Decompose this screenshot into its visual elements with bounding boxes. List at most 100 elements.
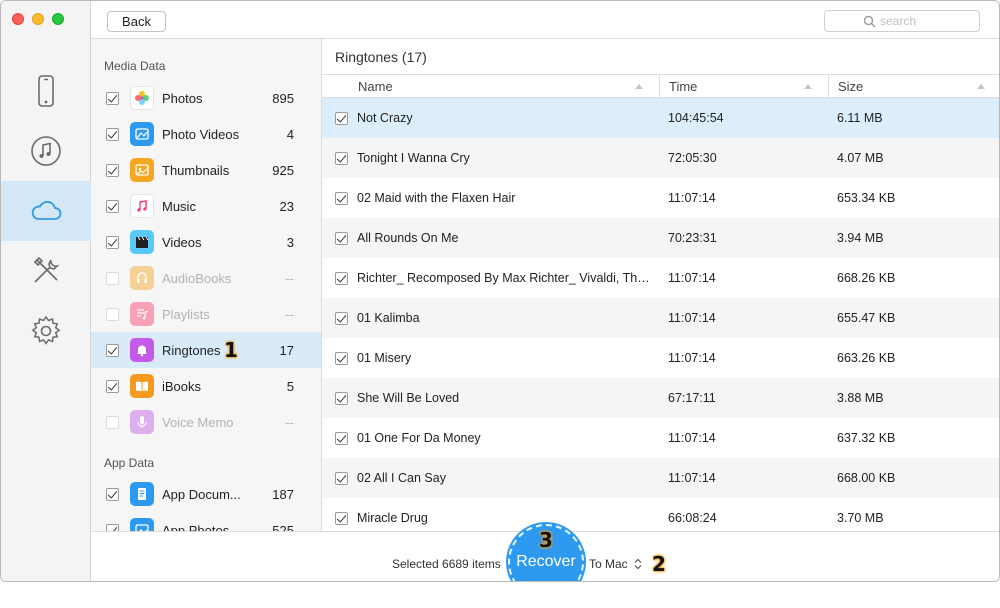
category-checkbox[interactable] (106, 487, 119, 501)
row-checkbox[interactable] (335, 191, 348, 205)
app-photo-icon (130, 518, 154, 531)
category-ibooks[interactable]: iBooks 5 (91, 368, 321, 404)
category-count: -- (285, 414, 294, 430)
row-checkbox[interactable] (335, 391, 348, 405)
category-checkbox[interactable] (106, 91, 119, 105)
category-count: 187 (272, 486, 294, 502)
category-music[interactable]: Music 23 (91, 188, 321, 224)
category-thumbnails[interactable]: Thumbnails 925 (91, 152, 321, 188)
thumbnail-icon (130, 158, 154, 182)
minimize-window-button[interactable] (32, 13, 44, 25)
search-field[interactable] (824, 10, 980, 32)
category-count: 3 (286, 234, 294, 250)
row-checkbox[interactable] (335, 271, 348, 285)
category-checkbox[interactable] (106, 127, 119, 141)
table-row[interactable]: 01 Kalimba 11:07:14 655.47 KB (322, 298, 999, 338)
destination-selector[interactable]: To Mac (589, 557, 642, 571)
category-checkbox[interactable] (106, 379, 119, 393)
bell-icon (130, 338, 154, 362)
table-row[interactable]: Richter_ Recomposed By Max Richter_ Viva… (322, 258, 999, 298)
category-label: Videos (162, 234, 202, 250)
category-checkbox (106, 271, 119, 285)
category-count: 4 (286, 126, 294, 142)
media-data-heading: Media Data (104, 59, 166, 73)
row-size: 3.94 MB (837, 231, 884, 245)
row-checkbox[interactable] (335, 471, 348, 485)
category-photos[interactable]: Photos 895 (91, 80, 321, 116)
table-row[interactable]: 01 One For Da Money 11:07:14 637.32 KB (322, 418, 999, 458)
row-name: She Will Be Loved (357, 391, 460, 405)
sort-arrow-icon (804, 84, 812, 89)
category-label: Voice Memo (162, 414, 234, 430)
column-header-time[interactable]: Time (660, 75, 829, 98)
category-checkbox[interactable] (106, 343, 119, 357)
sort-arrow-icon (977, 84, 985, 89)
row-name: All Rounds On Me (357, 231, 459, 245)
category-checkbox[interactable] (106, 235, 119, 249)
maximize-window-button[interactable] (52, 13, 64, 25)
step-marker-1: 1 (224, 338, 238, 362)
category-checkbox[interactable] (106, 523, 119, 531)
table-row[interactable]: Not Crazy 104:45:54 6.11 MB (322, 98, 999, 138)
category-videos[interactable]: Videos 3 (91, 224, 321, 260)
table-row[interactable]: She Will Be Loved 67:17:11 3.88 MB (322, 378, 999, 418)
table-row[interactable]: 02 All I Can Say 11:07:14 668.00 KB (322, 458, 999, 498)
row-checkbox[interactable] (335, 351, 348, 365)
row-size: 6.11 MB (837, 111, 883, 125)
rail-itunes[interactable] (1, 121, 91, 181)
close-window-button[interactable] (12, 13, 24, 25)
destination-label: To Mac (589, 557, 628, 571)
photo-video-icon (130, 122, 154, 146)
sort-arrow-icon (635, 84, 643, 89)
back-button[interactable]: Back (107, 11, 166, 32)
row-checkbox[interactable] (335, 231, 348, 245)
row-size: 663.26 KB (837, 351, 896, 365)
category-count: 17 (279, 342, 294, 358)
category-checkbox[interactable] (106, 199, 119, 213)
table-row[interactable]: 01 Misery 11:07:14 663.26 KB (322, 338, 999, 378)
rail-icloud[interactable] (1, 181, 91, 241)
cloud-icon (31, 201, 62, 220)
category-label: Thumbnails (162, 162, 230, 178)
row-checkbox[interactable] (335, 151, 348, 165)
category-label: Photos (162, 90, 203, 106)
row-checkbox[interactable] (335, 311, 348, 325)
category-label: iBooks (162, 378, 202, 394)
row-size: 4.07 MB (837, 151, 884, 165)
row-size: 653.34 KB (837, 191, 896, 205)
category-count: -- (285, 270, 294, 286)
row-name: 01 Misery (357, 351, 412, 365)
document-icon (130, 482, 154, 506)
rail-settings[interactable] (1, 301, 91, 361)
app-window: Back Media Data Photos 895 Photo Videos … (0, 0, 1000, 582)
row-size: 668.00 KB (837, 471, 896, 485)
row-time: 72:05:30 (668, 151, 717, 165)
table-row[interactable]: 02 Maid with the Flaxen Hair 11:07:14 65… (322, 178, 999, 218)
row-checkbox[interactable] (335, 111, 348, 125)
category-playlists: Playlists -- (91, 296, 321, 332)
row-time: 104:45:54 (668, 111, 724, 125)
table-header: Name Time Size (322, 74, 999, 98)
column-header-size[interactable]: Size (829, 75, 999, 98)
category-ringtones[interactable]: Ringtones 17 1 (91, 332, 321, 368)
category-app-documents[interactable]: App Docum... 187 (91, 476, 321, 512)
category-checkbox[interactable] (106, 163, 119, 177)
column-header-name[interactable]: Name (322, 75, 660, 98)
rail-device[interactable] (1, 61, 91, 121)
row-checkbox[interactable] (335, 511, 348, 525)
recover-label: Recover (516, 553, 576, 570)
category-photo-videos[interactable]: Photo Videos 4 (91, 116, 321, 152)
category-label: App Photos (162, 522, 230, 532)
list-title: Ringtones (17) (335, 49, 427, 65)
rail-tools[interactable] (1, 241, 91, 301)
row-name: Not Crazy (357, 111, 413, 125)
table-row[interactable]: All Rounds On Me 70:23:31 3.94 MB (322, 218, 999, 258)
file-list-panel: Ringtones (17) Name Time Size Not Crazy … (322, 39, 999, 531)
search-input[interactable] (880, 14, 970, 28)
step-marker-2: 2 (652, 552, 666, 576)
row-checkbox[interactable] (335, 431, 348, 445)
table-row[interactable]: Miracle Drug 66:08:24 3.70 MB (322, 498, 999, 531)
category-app-photos[interactable]: App Photos 525 (91, 512, 321, 532)
table-row[interactable]: Tonight I Wanna Cry 72:05:30 4.07 MB (322, 138, 999, 178)
category-checkbox (106, 307, 119, 321)
